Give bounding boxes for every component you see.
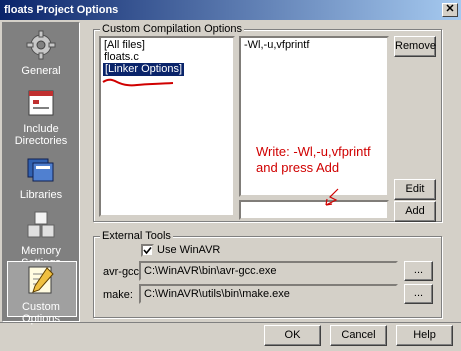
annotation-arrow xyxy=(325,188,339,206)
notepad-pencil-icon xyxy=(25,264,57,296)
files-listbox[interactable]: [All files] floats.c [Linker Options] xyxy=(99,36,235,217)
external-tools-title: External Tools xyxy=(100,230,173,242)
red-underline-scribble xyxy=(102,78,174,87)
remove-button[interactable]: Remove xyxy=(394,36,436,57)
make-label: make: xyxy=(103,289,133,301)
nav-item-memory-settings[interactable]: Memory Settings xyxy=(3,207,79,269)
make-browse-button[interactable]: ... xyxy=(404,284,433,304)
file-item-linker-options[interactable]: [Linker Options] xyxy=(101,62,186,77)
window-icon xyxy=(25,87,57,119)
checkmark-icon xyxy=(143,246,152,255)
avr-gcc-path-field[interactable]: C:\WinAVR\bin\avr-gcc.exe xyxy=(139,261,398,281)
make-path-field[interactable]: C:\WinAVR\utils\bin\make.exe xyxy=(139,284,398,304)
nav-item-custom-options[interactable]: Custom Options xyxy=(3,261,79,325)
footer-divider xyxy=(0,322,461,323)
gear-icon xyxy=(25,29,57,61)
avr-gcc-label: avr-gcc: xyxy=(103,266,143,278)
help-button[interactable]: Help xyxy=(396,325,453,346)
ok-button[interactable]: OK xyxy=(264,325,321,346)
close-button[interactable]: ✕ xyxy=(442,3,458,17)
window-title: floats Project Options xyxy=(4,4,119,16)
nav-item-general[interactable]: General xyxy=(3,27,79,83)
custom-compilation-title: Custom Compilation Options xyxy=(100,23,245,35)
annotation-line-2: and press Add xyxy=(256,160,340,175)
options-nav-panel: General Include Directories Libraries Me… xyxy=(2,22,80,325)
nav-label-general: General xyxy=(21,65,61,77)
new-option-input[interactable] xyxy=(239,200,389,220)
annotation-text: Write: -Wl,-u,vfprintf and press Add xyxy=(256,144,371,176)
use-winavr-checkbox[interactable] xyxy=(141,244,154,257)
title-bar: floats Project Options ✕ xyxy=(0,0,461,20)
option-item[interactable]: -Wl,-u,vfprintf xyxy=(244,39,309,52)
edit-button[interactable]: Edit xyxy=(394,179,436,200)
use-winavr-label: Use WinAVR xyxy=(157,244,221,256)
nav-label-include-directories: Include Directories xyxy=(14,123,68,147)
add-button[interactable]: Add xyxy=(394,201,436,222)
avr-gcc-browse-button[interactable]: ... xyxy=(404,261,433,281)
annotation-line-1: Write: -Wl,-u,vfprintf xyxy=(256,144,371,159)
cubes-icon xyxy=(25,209,57,241)
nav-label-libraries: Libraries xyxy=(19,189,63,201)
nav-item-include-directories[interactable]: Include Directories xyxy=(3,85,79,147)
cancel-button[interactable]: Cancel xyxy=(330,325,387,346)
nav-item-libraries[interactable]: Libraries xyxy=(3,151,79,207)
books-icon xyxy=(25,153,57,185)
